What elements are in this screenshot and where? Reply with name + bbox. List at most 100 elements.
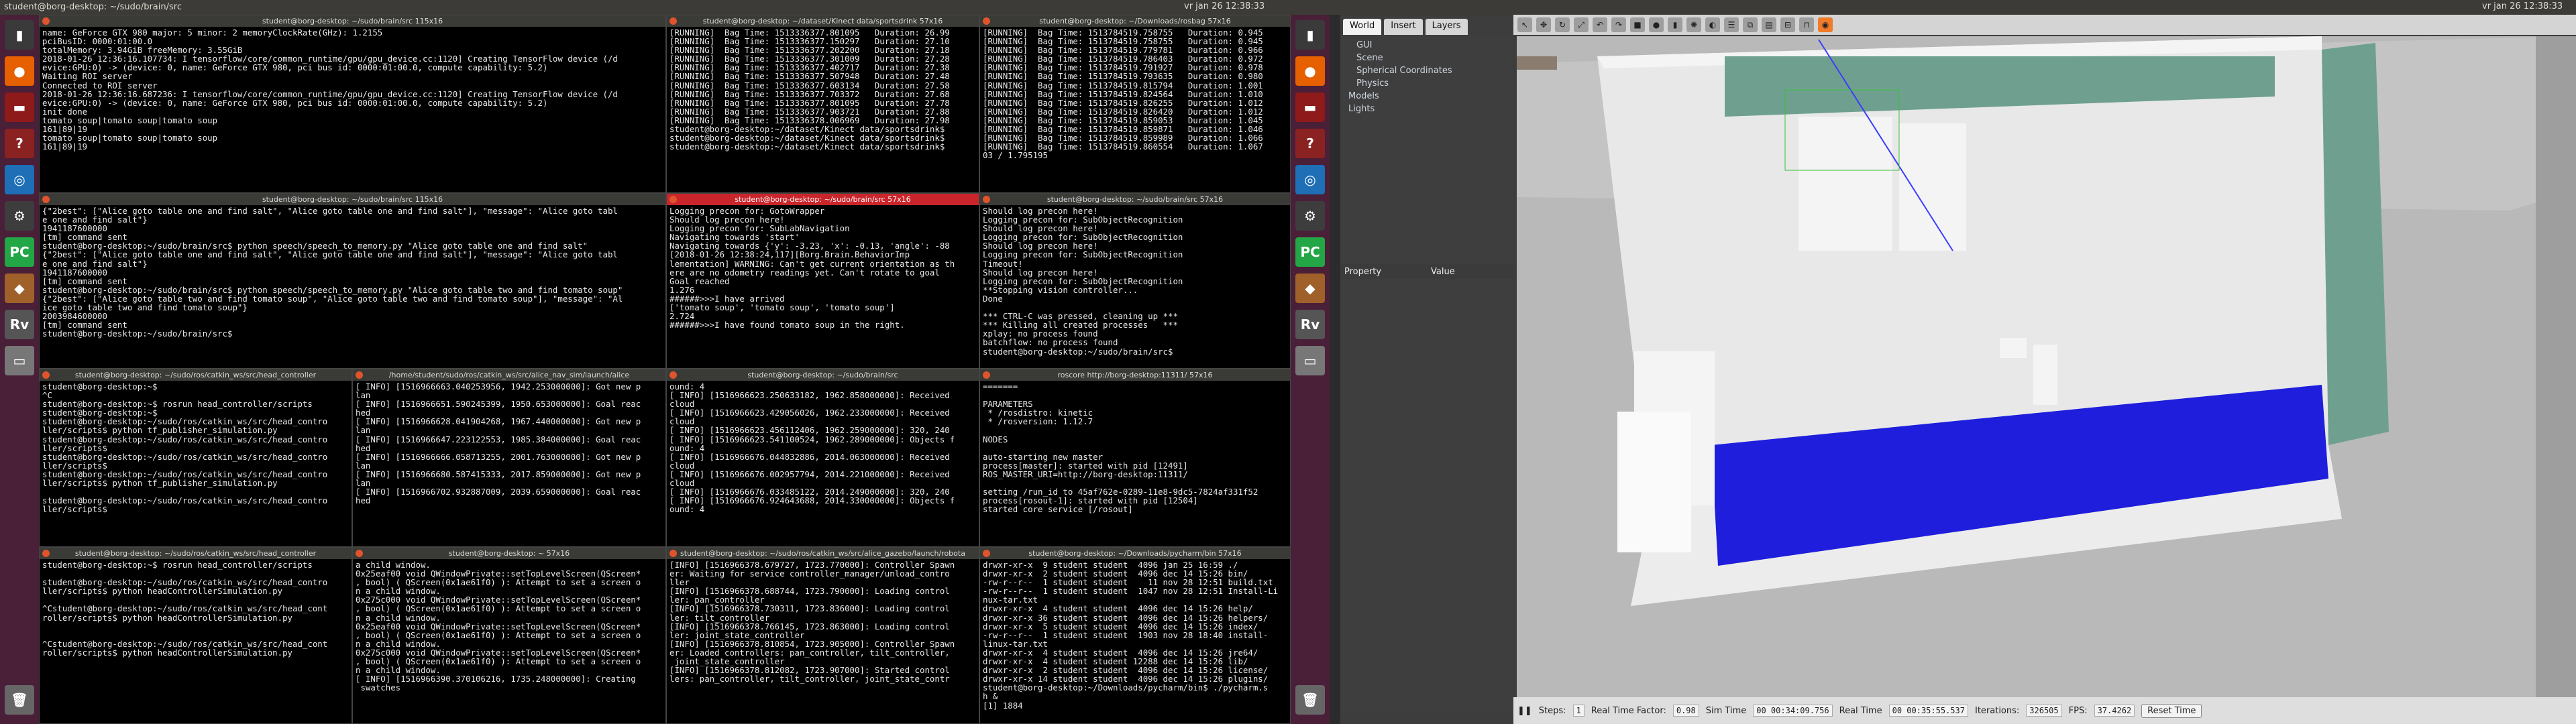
chromium-icon[interactable]: ◎	[5, 165, 34, 194]
redo-icon[interactable]: ↷	[1611, 17, 1626, 32]
drive-icon[interactable]: ▭	[5, 346, 34, 375]
firefox-icon[interactable]: ●	[1295, 56, 1325, 86]
terminal-output[interactable]: [ INFO] [1516966663.040253956, 1942.2530…	[353, 381, 665, 506]
close-icon[interactable]	[356, 550, 363, 557]
terminal-output[interactable]: {"2best": ["Alice goto table one and fin…	[40, 205, 665, 339]
chromium-icon[interactable]: ◎	[1295, 165, 1325, 194]
select-arrow-icon[interactable]: ↖	[1517, 17, 1532, 32]
terminal-titlebar[interactable]: student@borg-desktop: ~/sudo/brain/src 1…	[40, 15, 665, 27]
close-icon[interactable]	[983, 17, 990, 25]
terminal-window[interactable]: student@borg-desktop: ~/sudo/brain/src 1…	[39, 193, 666, 369]
copy-icon[interactable]: ⧉	[1743, 17, 1758, 32]
close-icon[interactable]	[669, 17, 677, 25]
box-icon[interactable]: ■	[1630, 17, 1645, 32]
terminal-titlebar[interactable]: student@borg-desktop: ~/sudo/ros/catkin_…	[40, 548, 352, 559]
tree-item-spherical-coordinates[interactable]: Spherical Coordinates	[1346, 64, 1508, 77]
screenshot-icon[interactable]: ◉	[1818, 17, 1833, 32]
terminal-titlebar[interactable]: student@borg-desktop: ~ 57x16	[353, 548, 665, 559]
terminal-window[interactable]: student@borg-desktop: ~/sudo/ros/catkin_…	[666, 547, 979, 724]
reset-time-button[interactable]: Reset Time	[2141, 703, 2202, 718]
close-icon[interactable]	[983, 550, 990, 557]
close-icon[interactable]	[983, 371, 990, 379]
terminal-window[interactable]: student@borg-desktop: ~/Downloads/rosbag…	[979, 15, 1291, 193]
align-icon[interactable]: ⊟	[1780, 17, 1795, 32]
terminal-output[interactable]: ======= PARAMETERS * /rosdistro: kinetic…	[980, 381, 1290, 515]
paste-icon[interactable]: ▤	[1762, 17, 1776, 32]
pycharm-icon[interactable]: PC	[1295, 237, 1325, 267]
terminal-window[interactable]: student@borg-desktop: ~/sudo/brain/src o…	[666, 369, 979, 547]
terminal-output[interactable]: student@borg-desktop:~$ rosrun head_cont…	[40, 559, 352, 658]
undo-icon[interactable]: ↶	[1593, 17, 1607, 32]
clock-right[interactable]: vr jan 26 12:38:33	[2482, 1, 2563, 11]
terminal-icon[interactable]: ▬	[5, 93, 34, 122]
terminal-titlebar[interactable]: student@borg-desktop: ~/sudo/ros/catkin_…	[40, 369, 352, 381]
terminal-output[interactable]: Logging precon for: GotoWrapper Should l…	[667, 205, 979, 330]
snap-icon[interactable]: ⊓	[1799, 17, 1814, 32]
terminal-window[interactable]: student@borg-desktop: ~/sudo/brain/src 5…	[979, 193, 1291, 369]
close-icon[interactable]	[42, 371, 50, 379]
terminal-output[interactable]: student@borg-desktop:~$ ^C student@borg-…	[40, 381, 352, 515]
cylinder-icon[interactable]: ▮	[1668, 17, 1682, 32]
package-icon[interactable]: ◆	[5, 274, 34, 303]
terminal-launcher-icon[interactable]: ▮	[5, 20, 34, 50]
terminal-window[interactable]: student@borg-desktop: ~/Downloads/pychar…	[979, 547, 1291, 724]
firefox-icon[interactable]: ●	[5, 56, 34, 86]
terminal-output[interactable]: [RUNNING] Bag Time: 1513336377.801095 Du…	[667, 27, 979, 152]
terminal-output[interactable]: name: GeForce GTX 980 major: 5 minor: 2 …	[40, 27, 665, 152]
terminal-titlebar[interactable]: roscore http://borg-desktop:11311/ 57x16	[980, 369, 1290, 381]
trash-icon[interactable]: 🗑	[1295, 685, 1325, 715]
terminal-output[interactable]: Should log precon here! Logging precon f…	[980, 205, 1290, 357]
terminal-output[interactable]: [RUNNING] Bag Time: 1513784519.758755 Du…	[980, 27, 1290, 161]
rotate-icon[interactable]: ↻	[1555, 17, 1570, 32]
terminal-window-active[interactable]: student@borg-desktop: ~/sudo/brain/src 5…	[666, 193, 979, 369]
tree-item-physics[interactable]: Physics	[1346, 77, 1508, 90]
close-icon[interactable]	[669, 371, 677, 379]
tree-item-gui[interactable]: GUI	[1346, 39, 1508, 52]
terminal-icon[interactable]: ▬	[1295, 93, 1325, 122]
rviz-icon[interactable]: Rv	[5, 310, 34, 339]
tree-item-lights[interactable]: Lights	[1346, 103, 1508, 115]
terminal-titlebar[interactable]: student@borg-desktop: ~/dataset/Kinect d…	[667, 15, 979, 27]
terminal-window[interactable]: /home/student/sudo/ros/catkin_ws/src/ali…	[352, 369, 666, 547]
terminal-launcher-icon[interactable]: ▮	[1295, 20, 1325, 50]
terminal-window[interactable]: student@borg-desktop: ~/sudo/ros/catkin_…	[39, 369, 352, 547]
gazebo-3d-viewport[interactable]	[1517, 36, 2576, 697]
tree-item-scene[interactable]: Scene	[1346, 52, 1508, 64]
directional-light-icon[interactable]: ☰	[1724, 17, 1739, 32]
terminal-titlebar[interactable]: student@borg-desktop: ~/sudo/ros/catkin_…	[667, 548, 979, 559]
terminal-window[interactable]: student@borg-desktop: ~ 57x16 a child wi…	[352, 547, 666, 724]
terminal-window[interactable]: student@borg-desktop: ~/sudo/brain/src 1…	[39, 15, 666, 193]
terminal-titlebar[interactable]: /home/student/sudo/ros/catkin_ws/src/ali…	[353, 369, 665, 381]
terminal-output[interactable]: [INFO] [1516966378.679727, 1723.770000]:…	[667, 559, 979, 684]
point-light-icon[interactable]: ✺	[1686, 17, 1701, 32]
close-icon[interactable]	[42, 196, 50, 203]
terminal-window[interactable]: student@borg-desktop: ~/dataset/Kinect d…	[666, 15, 979, 193]
terminal-window[interactable]: student@borg-desktop: ~/sudo/ros/catkin_…	[39, 547, 352, 724]
close-icon[interactable]	[983, 196, 990, 203]
terminal-window[interactable]: roscore http://borg-desktop:11311/ 57x16…	[979, 369, 1291, 547]
settings-icon[interactable]: ⚙	[1295, 201, 1325, 231]
package-icon[interactable]: ◆	[1295, 274, 1325, 303]
settings-icon[interactable]: ⚙	[5, 201, 34, 231]
terminal-titlebar[interactable]: student@borg-desktop: ~/sudo/brain/src 5…	[667, 194, 979, 205]
terminal-titlebar[interactable]: student@borg-desktop: ~/Downloads/pychar…	[980, 548, 1290, 559]
tree-item-models[interactable]: Models	[1346, 90, 1508, 103]
close-icon[interactable]	[669, 196, 677, 203]
tab-insert[interactable]: Insert	[1384, 19, 1423, 35]
pause-icon[interactable]: ❚❚	[1517, 706, 1532, 716]
tab-layers[interactable]: Layers	[1425, 19, 1468, 35]
trash-icon[interactable]: 🗑	[5, 685, 34, 715]
steps-value[interactable]: 1	[1572, 705, 1585, 717]
terminal-titlebar[interactable]: student@borg-desktop: ~/sudo/brain/src 1…	[40, 194, 665, 205]
terminal-titlebar[interactable]: student@borg-desktop: ~/sudo/brain/src	[667, 369, 979, 381]
rviz-icon[interactable]: Rv	[1295, 310, 1325, 339]
gazebo-window[interactable]: World Insert Layers GUI Scene Spherical …	[1340, 15, 2576, 724]
terminal-output[interactable]: ound: 4 [ INFO] [1516966623.250633182, 1…	[667, 381, 979, 515]
scale-icon[interactable]: ⤢	[1574, 17, 1589, 32]
sphere-icon[interactable]: ●	[1649, 17, 1664, 32]
terminal-output[interactable]: drwxr-xr-x 9 student student 4096 jan 25…	[980, 559, 1290, 711]
terminal-output[interactable]: a child window. 0x25eaf00 void QWindowPr…	[353, 559, 665, 693]
clock-left[interactable]: vr jan 26 12:38:33	[1184, 1, 1265, 11]
pycharm-icon[interactable]: PC	[5, 237, 34, 267]
dash-icon[interactable]: ?	[1295, 129, 1325, 158]
